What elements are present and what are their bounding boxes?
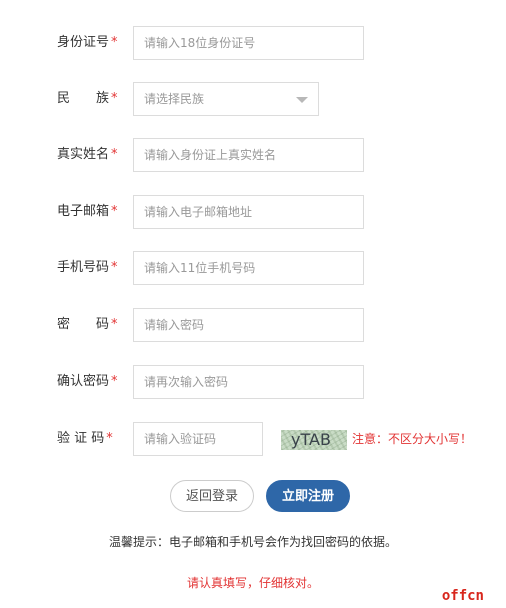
real-name-input[interactable] bbox=[134, 139, 359, 171]
required-mark: * bbox=[106, 431, 113, 446]
real-name-label: 真实姓名 * bbox=[57, 147, 118, 162]
row-id-number: 身份证号 * bbox=[0, 26, 506, 60]
row-password: 密 码 * bbox=[0, 308, 506, 342]
ethnicity-select-value: 请选择民族 bbox=[144, 92, 205, 106]
chevron-down-icon bbox=[296, 97, 308, 103]
password-input[interactable] bbox=[134, 309, 359, 341]
row-confirm-password: 确认密码 * bbox=[0, 365, 506, 399]
warning-text: 请认真填写，仔细核对。 bbox=[186, 576, 319, 590]
ethnicity-label: 民 族 * bbox=[57, 91, 118, 106]
phone-field-box bbox=[133, 251, 364, 285]
id-number-field-box bbox=[133, 26, 364, 60]
hint-text: 温馨提示：电子邮箱和手机号会作为找回密码的依据。 bbox=[108, 535, 397, 549]
required-mark: * bbox=[111, 35, 118, 50]
row-real-name: 真实姓名 * bbox=[0, 138, 506, 172]
email-field-box bbox=[133, 195, 364, 229]
captcha-input[interactable] bbox=[134, 423, 258, 455]
required-mark: * bbox=[111, 260, 118, 275]
captcha-image[interactable]: yTAB bbox=[281, 430, 347, 450]
required-mark: * bbox=[111, 91, 118, 106]
required-mark: * bbox=[111, 317, 118, 332]
row-captcha: 验 证 码* yTAB 注意：不区分大小写！ bbox=[0, 422, 506, 456]
confirm-password-field-box bbox=[133, 365, 364, 399]
offcn-watermark: offcn bbox=[441, 588, 484, 604]
password-field-box bbox=[133, 308, 364, 342]
required-mark: * bbox=[111, 374, 118, 389]
confirm-password-label: 确认密码 * bbox=[57, 374, 118, 389]
row-ethnicity: 民 族 * 请选择民族 bbox=[0, 82, 506, 116]
registration-form: 身份证号* 民 族* 请选择民族 真实姓名* 电子邮箱* 手机号码 bbox=[0, 0, 506, 608]
back-to-login-button[interactable]: 返回登录 bbox=[170, 480, 254, 512]
phone-label: 手机号码 * bbox=[57, 260, 118, 275]
captcha-label: 验 证 码 * bbox=[57, 431, 113, 446]
confirm-password-input[interactable] bbox=[134, 366, 359, 398]
row-phone: 手机号码 * bbox=[0, 251, 506, 285]
register-button[interactable]: 立即注册 bbox=[266, 480, 350, 512]
required-mark: * bbox=[111, 204, 118, 219]
email-label: 电子邮箱 * bbox=[57, 204, 118, 219]
id-number-label: 身份证号 * bbox=[57, 35, 118, 50]
id-number-input[interactable] bbox=[134, 27, 359, 59]
real-name-field-box bbox=[133, 138, 364, 172]
ethnicity-select[interactable]: 请选择民族 bbox=[133, 82, 319, 116]
password-label: 密 码 * bbox=[57, 317, 118, 332]
row-email: 电子邮箱 * bbox=[0, 195, 506, 229]
email-input[interactable] bbox=[134, 196, 359, 228]
captcha-code: yTAB bbox=[291, 430, 331, 449]
captcha-field-box bbox=[133, 422, 263, 456]
phone-input[interactable] bbox=[134, 252, 359, 284]
captcha-case-note: 注意：不区分大小写！ bbox=[352, 432, 473, 446]
required-mark: * bbox=[111, 147, 118, 162]
